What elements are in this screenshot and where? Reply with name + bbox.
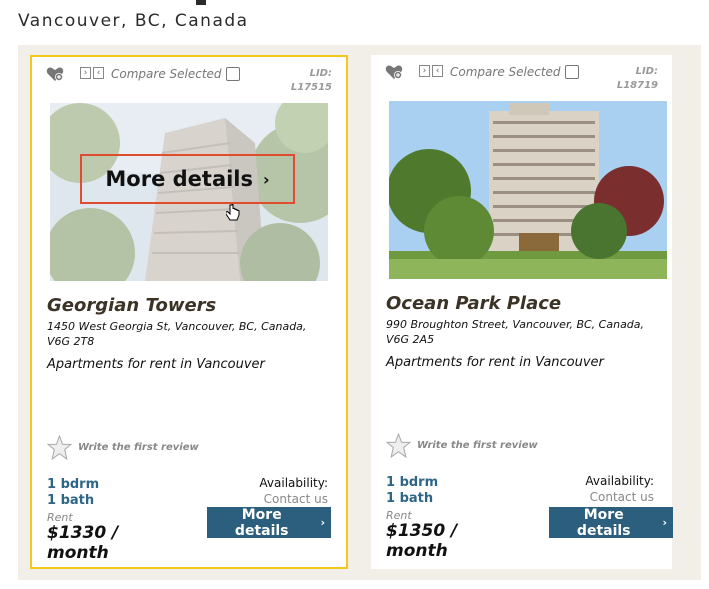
compare-icon[interactable]: › ‹: [80, 67, 106, 81]
review-prompt: Write the first review: [78, 442, 199, 453]
availability: Availability: Contact us: [585, 473, 654, 505]
compare-icon[interactable]: › ‹: [419, 65, 445, 79]
review-link[interactable]: Write the first review: [386, 433, 538, 458]
bathrooms: 1 bath: [47, 493, 95, 508]
listing-name[interactable]: Georgian Towers: [47, 295, 216, 316]
bathrooms: 1 bath: [386, 491, 434, 506]
heart-add-icon[interactable]: [46, 66, 64, 82]
bedrooms: 1 bdrm: [47, 477, 100, 492]
availability-contact[interactable]: Contact us: [259, 491, 328, 507]
bedrooms: 1 bdrm: [386, 475, 439, 490]
availability: Availability: Contact us: [259, 475, 328, 507]
listing-description: Apartments for rent in Vancouver: [47, 357, 265, 372]
heart-add-icon[interactable]: [385, 64, 403, 80]
listing-address: 990 Broughton Street, Vancouver, BC, Can…: [386, 318, 645, 346]
lid-label: LID:: [309, 68, 332, 79]
unit-info: 1 bdrm 1 bath: [47, 477, 99, 509]
card-toolbar: › ‹ Compare Selected: [46, 65, 240, 83]
more-details-button[interactable]: More details ›: [549, 506, 673, 539]
listing-address: 1450 West Georgia St, Vancouver, BC, Can…: [47, 320, 307, 348]
listing-id: LID: L18719: [617, 65, 658, 93]
card-toolbar: › ‹ Compare Selected: [385, 63, 579, 81]
rent-price: $1330 / month: [47, 523, 119, 563]
listings-panel: › ‹ Compare Selected LID: L17515 More de…: [18, 45, 701, 580]
more-details-label: More details: [234, 506, 289, 539]
review-prompt: Write the first review: [417, 440, 538, 451]
compare-label: Compare Selected: [450, 65, 561, 79]
more-details-overlay-label: More details: [105, 167, 254, 191]
page-title: Vancouver, BC, Canada: [18, 11, 249, 31]
chevron-right-icon: ›: [263, 169, 270, 189]
lid-value: L17515: [290, 82, 332, 93]
building-photo: [389, 101, 667, 279]
listing-photo[interactable]: [389, 101, 667, 279]
listing-photo[interactable]: More details ›: [50, 103, 328, 281]
lid-value: L18719: [616, 80, 658, 91]
availability-label: Availability:: [585, 474, 654, 488]
listing-card[interactable]: › ‹ Compare Selected LID: L18719 Ocean P…: [371, 55, 673, 569]
compare-label: Compare Selected: [111, 67, 222, 81]
star-icon: [386, 433, 411, 458]
listing-id: LID: L17515: [291, 67, 332, 95]
chevron-right-icon: ›: [662, 516, 667, 529]
review-link[interactable]: Write the first review: [47, 435, 199, 460]
star-icon: [47, 435, 72, 460]
lid-label: LID:: [635, 66, 658, 77]
more-details-label: More details: [576, 506, 631, 539]
compare-checkbox[interactable]: [225, 67, 240, 81]
more-details-button[interactable]: More details ›: [207, 506, 331, 539]
unit-info: 1 bdrm 1 bath: [386, 475, 438, 507]
availability-label: Availability:: [259, 476, 328, 490]
chevron-right-icon: ›: [320, 516, 325, 529]
more-details-overlay-button[interactable]: More details ›: [80, 154, 295, 204]
hand-cursor-icon: [226, 204, 240, 221]
compare-checkbox[interactable]: [564, 65, 579, 79]
availability-contact[interactable]: Contact us: [585, 489, 654, 505]
listing-name[interactable]: Ocean Park Place: [386, 293, 561, 314]
rent-price: $1350 / month: [386, 521, 458, 561]
listing-description: Apartments for rent in Vancouver: [386, 355, 604, 370]
title-fragment: [196, 0, 206, 5]
listing-card[interactable]: › ‹ Compare Selected LID: L17515 More de…: [30, 55, 348, 569]
